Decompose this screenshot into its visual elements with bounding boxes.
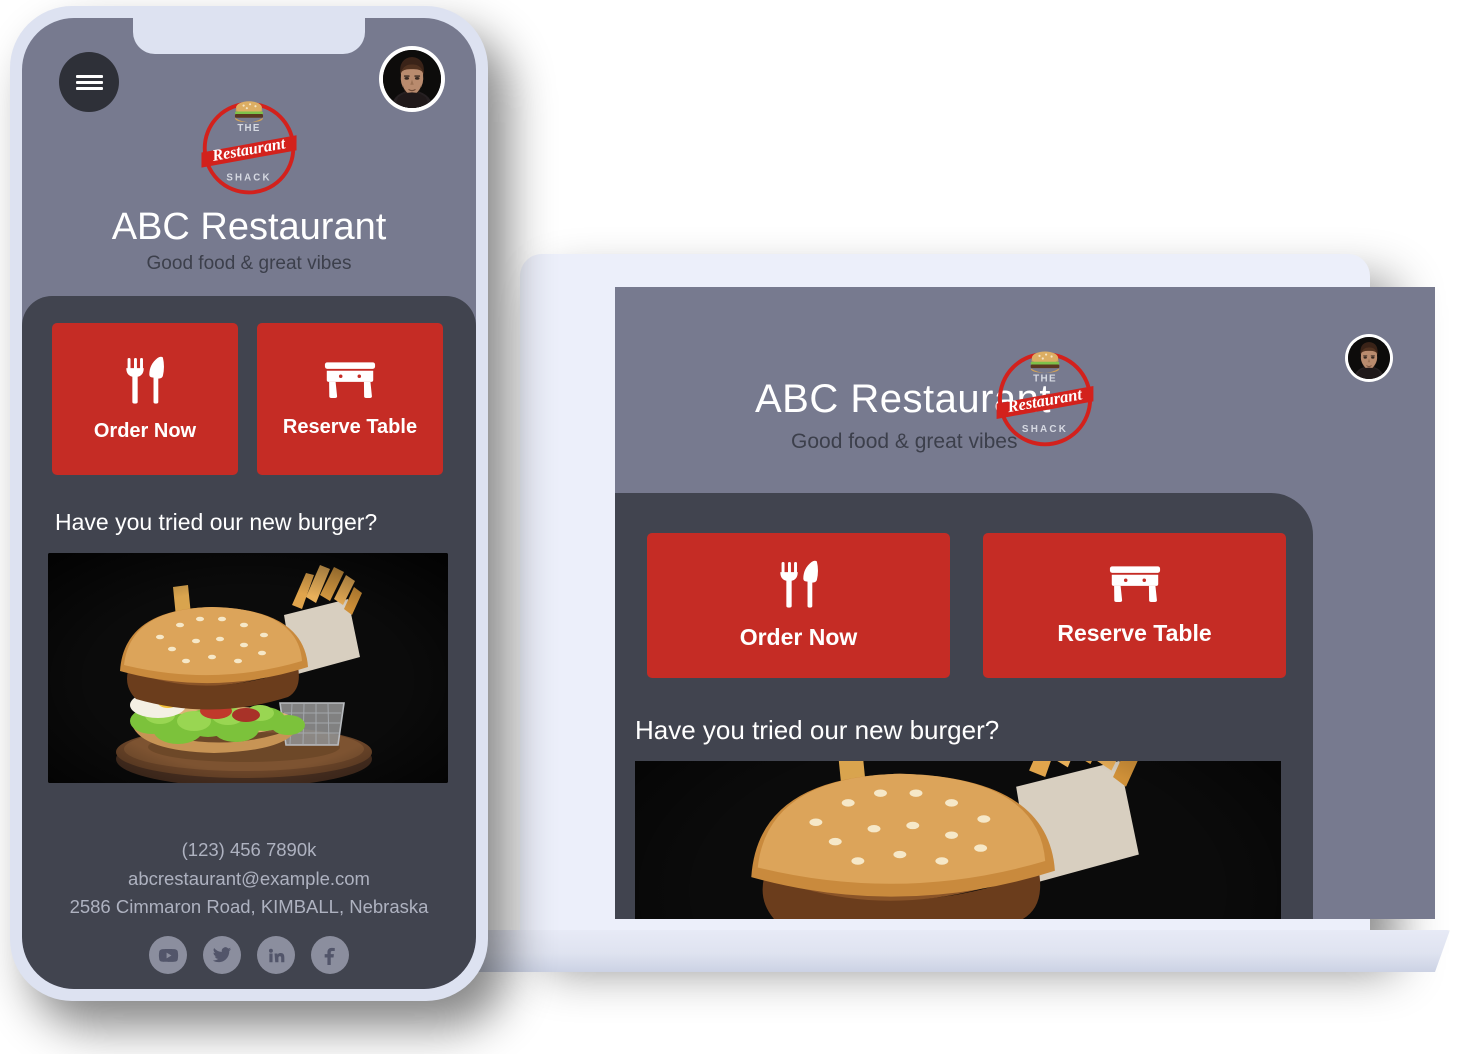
order-now-button[interactable]: Order Now — [647, 533, 950, 678]
contact-block: (123) 456 7890k abcrestaurant@example.co… — [22, 836, 476, 922]
burger-and-fries-photo — [635, 761, 1281, 919]
user-avatar-icon — [1348, 337, 1390, 379]
table-icon — [1109, 566, 1160, 603]
laptop-content-card: Order Now Reserve Table Have you tried o… — [615, 493, 1313, 919]
laptop-shell: ABC Restaurant Good food & great vibes O… — [520, 254, 1435, 944]
linkedin-icon — [268, 948, 284, 962]
phone-site-header: ABC Restaurant Good food & great vibes — [22, 18, 476, 290]
youtube-link[interactable] — [149, 936, 187, 974]
phone-content-card: Order Now Reserve Table Have you tried o… — [22, 296, 476, 989]
phone-page-title: ABC Restaurant — [111, 206, 387, 248]
laptop-site-header: ABC Restaurant Good food & great vibes — [615, 287, 1435, 487]
laptop-screen: ABC Restaurant Good food & great vibes O… — [615, 287, 1435, 919]
laptop-promo-heading: Have you tried our new burger? — [635, 715, 1000, 745]
linkedin-link[interactable] — [257, 936, 295, 974]
facebook-link[interactable] — [311, 936, 349, 974]
restaurant-shack-logo-icon — [994, 349, 1096, 447]
phone-screen: ABC Restaurant Good food & great vibes O… — [22, 18, 476, 989]
laptop-base — [440, 930, 1450, 972]
user-avatar-icon — [383, 50, 441, 108]
phone-promo-heading: Have you tried our new burger? — [55, 509, 378, 535]
reserve-table-button[interactable]: Reserve Table — [983, 533, 1286, 678]
fork-knife-icon — [779, 560, 818, 608]
twitter-icon — [212, 947, 232, 963]
contact-phone[interactable]: (123) 456 7890k — [22, 836, 476, 865]
order-now-button[interactable]: Order Now — [52, 323, 238, 475]
laptop-avatar[interactable] — [1345, 334, 1393, 382]
social-links — [22, 936, 476, 974]
restaurant-shack-logo-icon — [199, 99, 299, 195]
contact-address: 2586 Cimmaron Road, KIMBALL, Nebraska — [69, 896, 429, 918]
contact-email[interactable]: abcrestaurant@example.com — [22, 865, 476, 894]
phone-promo-image[interactable] — [48, 553, 448, 783]
phone-avatar[interactable] — [379, 46, 445, 112]
reserve-table-label: Reserve Table — [1057, 620, 1212, 646]
laptop-action-buttons: Order Now Reserve Table — [647, 533, 1287, 678]
laptop-brand-logo[interactable] — [990, 342, 1100, 457]
phone-tagline: Good food & great vibes — [146, 253, 352, 274]
order-now-label: Order Now — [739, 624, 858, 650]
phone-brand-logo[interactable] — [195, 92, 303, 205]
facebook-icon — [324, 947, 335, 965]
youtube-icon — [158, 948, 178, 962]
twitter-link[interactable] — [203, 936, 241, 974]
laptop-promo-image[interactable] — [635, 761, 1281, 919]
order-now-label: Order Now — [93, 419, 197, 442]
burger-and-fries-photo — [48, 553, 448, 783]
fork-knife-icon — [126, 356, 164, 404]
hamburger-menu-icon[interactable] — [59, 52, 119, 112]
reserve-table-button[interactable]: Reserve Table — [257, 323, 443, 475]
reserve-table-label: Reserve Table — [282, 415, 418, 438]
table-icon — [324, 361, 376, 398]
phone-mockup: ABC Restaurant Good food & great vibes O… — [10, 6, 488, 1001]
laptop-mockup: ABC Restaurant Good food & great vibes O… — [440, 254, 1450, 972]
phone-action-buttons: Order Now Reserve Table — [52, 323, 443, 475]
